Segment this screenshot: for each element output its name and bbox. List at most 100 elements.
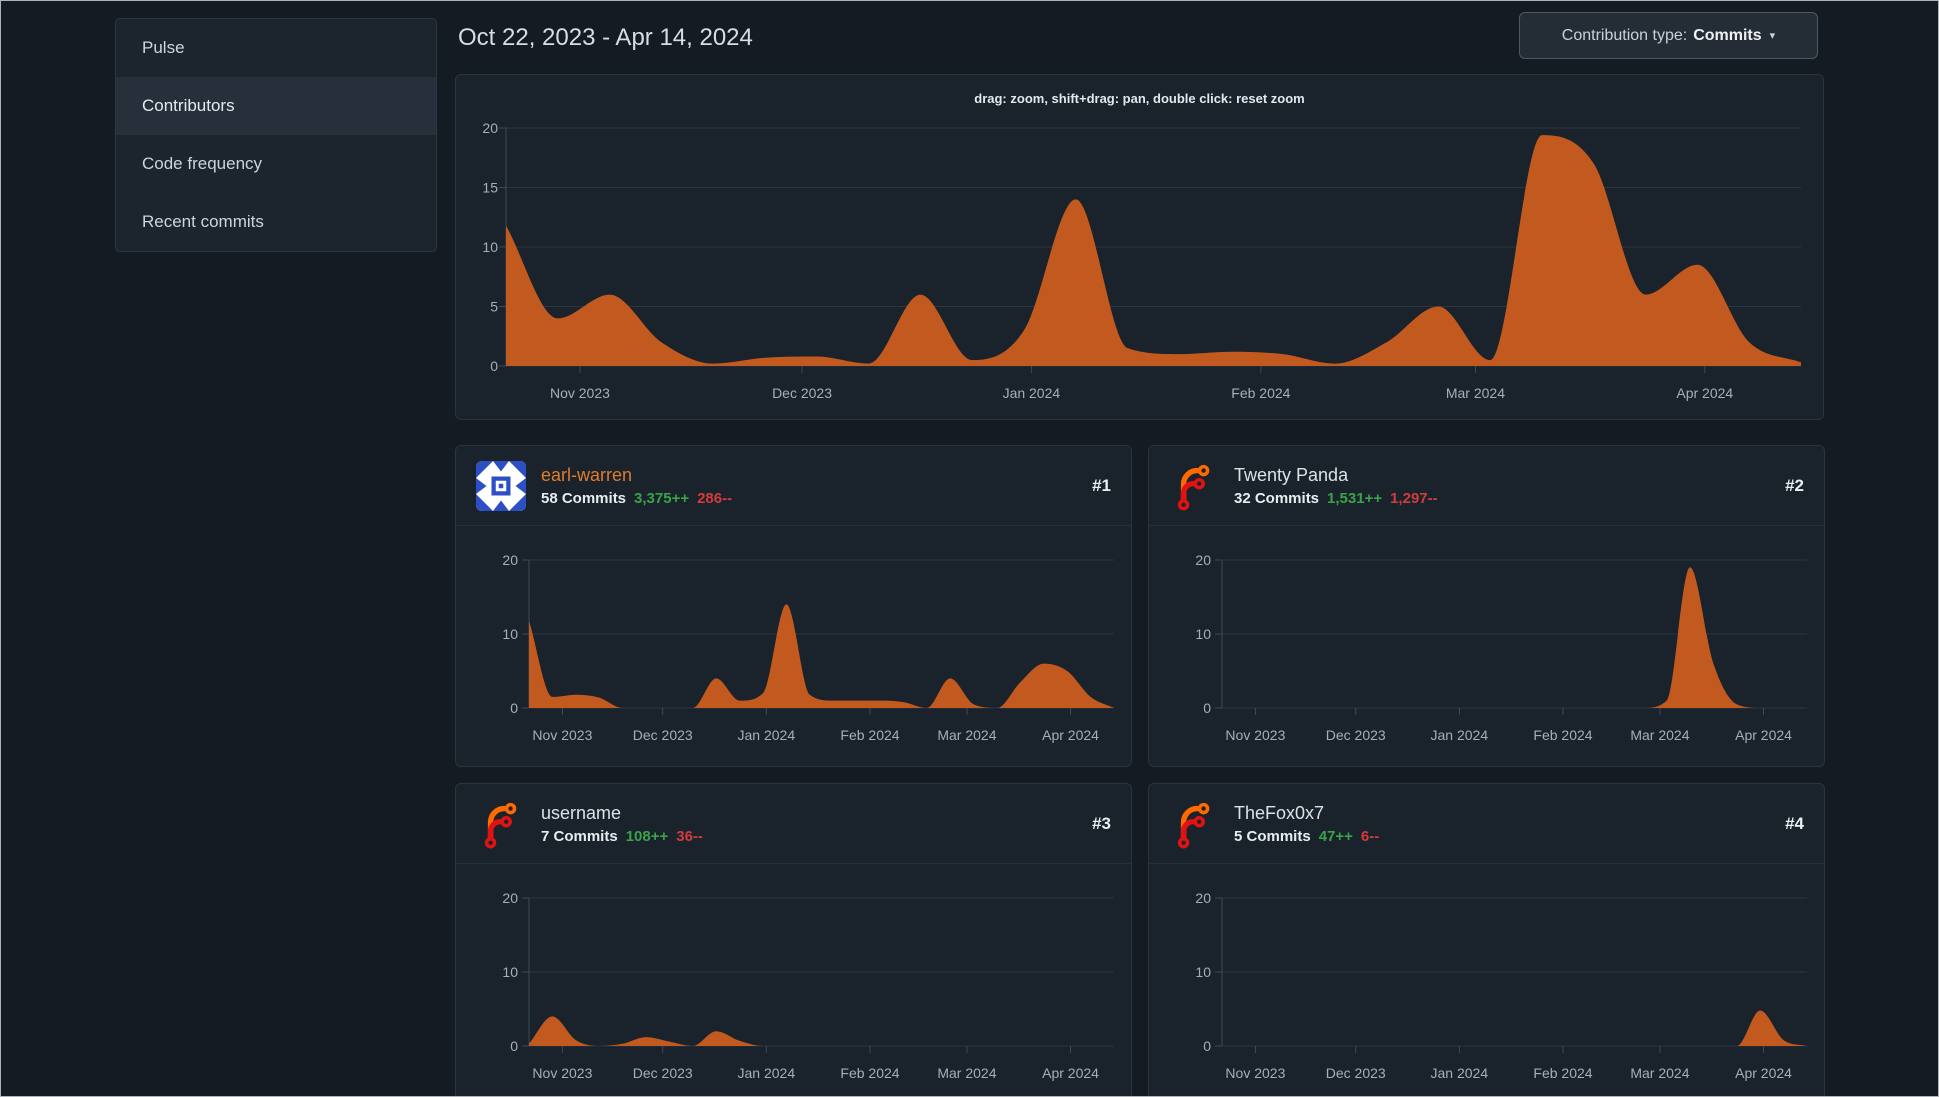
rank-badge: #3 (1092, 813, 1111, 833)
avatar (476, 460, 526, 511)
deletions-count: 286-- (697, 489, 733, 507)
svg-text:Nov 2023: Nov 2023 (532, 727, 592, 743)
commit-count: 5 Commits (1234, 827, 1311, 845)
chevron-down-icon: ▾ (1769, 30, 1776, 42)
deletions-count: 6-- (1360, 827, 1380, 845)
additions-count: 47++ (1318, 827, 1353, 845)
contributor-info: username 7 Commits 108++ 36-- (541, 803, 703, 845)
svg-text:Dec 2023: Dec 2023 (772, 385, 832, 401)
svg-text:0: 0 (1203, 1038, 1211, 1054)
additions-count: 108++ (625, 827, 669, 845)
svg-text:0: 0 (510, 700, 518, 716)
svg-text:Nov 2023: Nov 2023 (532, 1065, 592, 1081)
svg-text:Feb 2024: Feb 2024 (1533, 1065, 1592, 1081)
contributor-info: earl-warren 58 Commits 3,375++ 286-- (541, 465, 732, 507)
forgejo-logo-icon (1177, 802, 1210, 848)
deletions-count: 1,297-- (1390, 489, 1438, 507)
svg-text:10: 10 (1195, 626, 1211, 642)
avatar (1169, 799, 1219, 849)
overall-activity-card: drag: zoom, shift+drag: pan, double clic… (455, 74, 1824, 420)
svg-text:20: 20 (482, 120, 498, 136)
additions-count: 1,531++ (1327, 489, 1383, 507)
contributor-stats: 7 Commits 108++ 36-- (541, 828, 703, 845)
contributor-card-1: earl-warren 58 Commits 3,375++ 286-- #1 … (455, 445, 1132, 767)
svg-text:Feb 2024: Feb 2024 (1533, 727, 1592, 743)
date-range-title: Oct 22, 2023 - Apr 14, 2024 (458, 24, 753, 51)
contributor-name: Twenty Panda (1234, 464, 1349, 485)
svg-text:20: 20 (502, 890, 518, 906)
commit-count: 7 Commits (541, 827, 618, 845)
svg-text:20: 20 (1195, 890, 1211, 906)
svg-text:Jan 2024: Jan 2024 (1003, 385, 1061, 401)
svg-text:Mar 2024: Mar 2024 (1630, 727, 1689, 743)
commit-count: 32 Commits (1234, 489, 1320, 507)
avatar (476, 799, 526, 849)
forgejo-logo-icon (484, 802, 517, 848)
svg-text:Jan 2024: Jan 2024 (1431, 727, 1489, 743)
svg-text:Nov 2023: Nov 2023 (550, 385, 610, 401)
svg-text:Mar 2024: Mar 2024 (937, 727, 996, 743)
svg-text:Dec 2023: Dec 2023 (633, 1065, 693, 1081)
contributor-stats: 32 Commits 1,531++ 1,297-- (1234, 490, 1438, 507)
rank-badge: #1 (1092, 475, 1111, 495)
svg-text:Nov 2023: Nov 2023 (1225, 727, 1285, 743)
contribution-type-value: Commits (1693, 26, 1762, 44)
sidebar-item-pulse[interactable]: Pulse (116, 19, 436, 77)
contributor-card-header: TheFox0x7 5 Commits 47++ 6-- #4 (1149, 784, 1824, 864)
contributor-card-4: TheFox0x7 5 Commits 47++ 6-- #4 0 10 20 Nov… (1148, 783, 1825, 1097)
contributor-name[interactable]: earl-warren (541, 465, 732, 486)
svg-text:Apr 2024: Apr 2024 (1735, 727, 1792, 743)
additions-count: 3,375++ (634, 489, 690, 507)
svg-text:10: 10 (482, 239, 498, 255)
svg-text:10: 10 (502, 964, 518, 980)
sidebar-item-code-frequency[interactable]: Code frequency (116, 135, 436, 193)
svg-text:Mar 2024: Mar 2024 (937, 1065, 996, 1081)
identicon-avatar-icon (476, 460, 526, 511)
commit-count: 58 Commits (541, 489, 627, 507)
svg-text:0: 0 (1203, 700, 1211, 716)
contributor-stats: 58 Commits 3,375++ 286-- (541, 490, 732, 507)
chart-zoom-hint: drag: zoom, shift+drag: pan, double clic… (974, 91, 1305, 106)
contributor-card-header: username 7 Commits 108++ 36-- #3 (456, 784, 1131, 864)
activity-sidebar: Pulse Contributors Code frequency Recent… (115, 18, 437, 252)
svg-text:5: 5 (490, 299, 498, 315)
rank-badge: #4 (1785, 813, 1804, 833)
svg-text:15: 15 (482, 180, 498, 196)
repo-activity-contributors-page: Pulse Contributors Code frequency Recent… (0, 0, 1939, 1097)
svg-text:Feb 2024: Feb 2024 (1231, 385, 1290, 401)
contributor-name: username (541, 802, 622, 823)
contributor-card-header: earl-warren 58 Commits 3,375++ 286-- #1 (456, 446, 1131, 526)
svg-text:0: 0 (490, 358, 498, 374)
svg-text:Apr 2024: Apr 2024 (1676, 385, 1733, 401)
svg-text:0: 0 (510, 1038, 518, 1054)
avatar (1169, 461, 1219, 511)
rank-badge: #2 (1785, 475, 1804, 495)
contributor-info: Twenty Panda 32 Commits 1,531++ 1,297-- (1234, 465, 1438, 507)
svg-text:10: 10 (1195, 964, 1211, 980)
svg-text:Jan 2024: Jan 2024 (1431, 1065, 1489, 1081)
contributor-info: TheFox0x7 5 Commits 47++ 6-- (1234, 803, 1379, 845)
svg-text:Jan 2024: Jan 2024 (738, 1065, 796, 1081)
contribution-type-dropdown[interactable]: Contribution type: Commits ▾ (1519, 12, 1818, 59)
svg-text:Feb 2024: Feb 2024 (840, 727, 899, 743)
svg-text:10: 10 (502, 626, 518, 642)
svg-text:Feb 2024: Feb 2024 (840, 1065, 899, 1081)
deletions-count: 36-- (676, 827, 703, 845)
sidebar-item-recent-commits[interactable]: Recent commits (116, 193, 436, 251)
svg-text:Apr 2024: Apr 2024 (1042, 727, 1099, 743)
svg-text:Apr 2024: Apr 2024 (1735, 1065, 1792, 1081)
contributor-card-3: username 7 Commits 108++ 36-- #3 0 10 20 No… (455, 783, 1132, 1097)
contributor-card-header: Twenty Panda 32 Commits 1,531++ 1,297-- … (1149, 446, 1824, 526)
contributor-name: TheFox0x7 (1234, 802, 1325, 823)
forgejo-logo-icon (1177, 464, 1210, 510)
svg-text:Dec 2023: Dec 2023 (1326, 727, 1386, 743)
svg-text:Mar 2024: Mar 2024 (1630, 1065, 1689, 1081)
contributor-stats: 5 Commits 47++ 6-- (1234, 828, 1379, 845)
svg-text:20: 20 (502, 552, 518, 568)
svg-text:Mar 2024: Mar 2024 (1446, 385, 1505, 401)
overall-activity-chart[interactable]: 0 5 10 15 20 Nov 2023 Dec 2023 Jan 2024 Feb 2024… (456, 75, 1823, 419)
svg-text:Dec 2023: Dec 2023 (633, 727, 693, 743)
contribution-type-label: Contribution type: (1561, 26, 1688, 44)
sidebar-item-contributors[interactable]: Contributors (116, 77, 436, 135)
svg-text:20: 20 (1195, 552, 1211, 568)
